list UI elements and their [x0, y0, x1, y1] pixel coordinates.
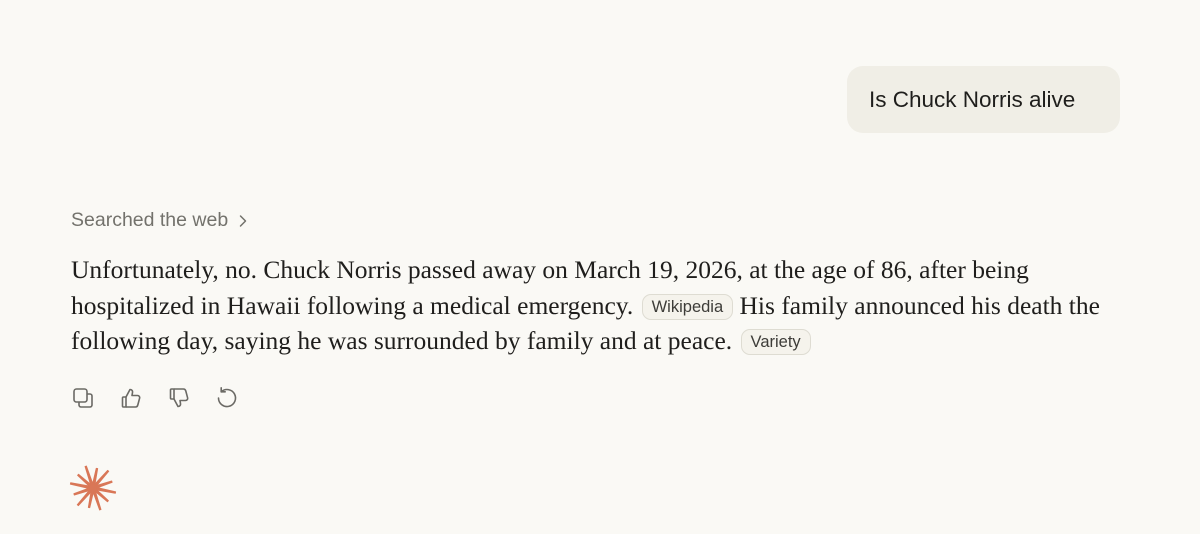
chevron-right-icon	[238, 214, 248, 228]
citation-variety[interactable]: Variety	[740, 329, 811, 355]
searched-the-web-label: Searched the web	[71, 209, 229, 231]
copy-icon	[71, 386, 95, 410]
user-message-bubble: Is Chuck Norris alive	[847, 66, 1120, 133]
citation-wikipedia[interactable]: Wikipedia	[641, 293, 734, 320]
thumbs-down-icon	[167, 386, 191, 410]
thumbs-up-icon	[119, 386, 143, 410]
assistant-answer-text: Unfortunately, no. Chuck Norris passed a…	[71, 252, 1131, 359]
thumbs-down-button[interactable]	[166, 385, 192, 411]
message-actions	[70, 385, 240, 411]
user-message-text: Is Chuck Norris alive	[869, 86, 1076, 112]
retry-button[interactable]	[214, 385, 240, 411]
thumbs-up-button[interactable]	[118, 385, 144, 411]
retry-icon	[215, 386, 239, 410]
claude-spark-icon	[68, 463, 118, 513]
searched-the-web-toggle[interactable]: Searched the web	[71, 209, 248, 232]
copy-button[interactable]	[70, 385, 96, 411]
